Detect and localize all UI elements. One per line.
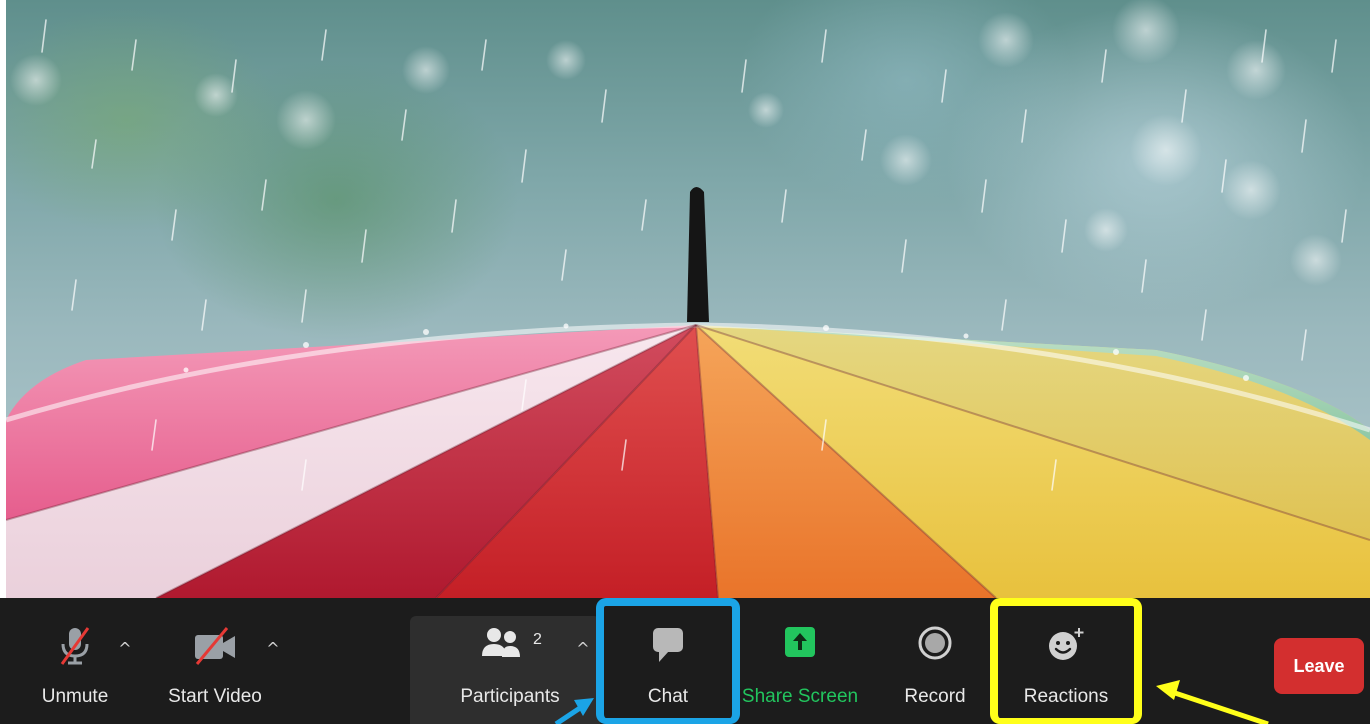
video-off-camera-icon bbox=[195, 627, 235, 665]
bokeh-lights bbox=[10, 0, 1342, 286]
share-screen-button[interactable]: Share Screen bbox=[740, 598, 860, 724]
umbrella-tip bbox=[687, 187, 709, 322]
record-button[interactable]: Record bbox=[890, 598, 980, 724]
unmute-button[interactable]: Unmute bbox=[30, 598, 120, 724]
start-video-button[interactable]: Start Video bbox=[160, 598, 270, 724]
muted-microphone-icon bbox=[60, 627, 90, 665]
video-options-caret[interactable]: ^ bbox=[262, 638, 284, 660]
up-arrow-share-icon bbox=[785, 627, 815, 657]
umbrella-rain-scene bbox=[6, 0, 1370, 598]
share-screen-label: Share Screen bbox=[741, 686, 859, 707]
audio-options-caret[interactable]: ^ bbox=[114, 638, 136, 660]
record-label: Record bbox=[904, 686, 966, 707]
chat-highlight-box bbox=[596, 598, 740, 724]
start-video-label: Start Video bbox=[168, 686, 262, 707]
zoom-meeting-window: Unmute ^ Start Video ^ 2 Participants ^ … bbox=[0, 0, 1370, 724]
leave-meeting-button[interactable]: Leave bbox=[1274, 638, 1364, 694]
people-icon bbox=[482, 628, 520, 657]
unmute-label: Unmute bbox=[41, 686, 109, 707]
participants-label: Participants bbox=[460, 686, 560, 707]
record-circle-icon bbox=[918, 626, 952, 660]
umbrella-canopy bbox=[6, 322, 1370, 598]
participants-button[interactable]: 2 Participants bbox=[445, 598, 575, 724]
participants-options-caret[interactable]: ^ bbox=[572, 638, 594, 660]
reactions-highlight-box bbox=[990, 598, 1142, 724]
participants-count: 2 bbox=[533, 631, 542, 648]
participant-video-feed bbox=[6, 0, 1370, 598]
